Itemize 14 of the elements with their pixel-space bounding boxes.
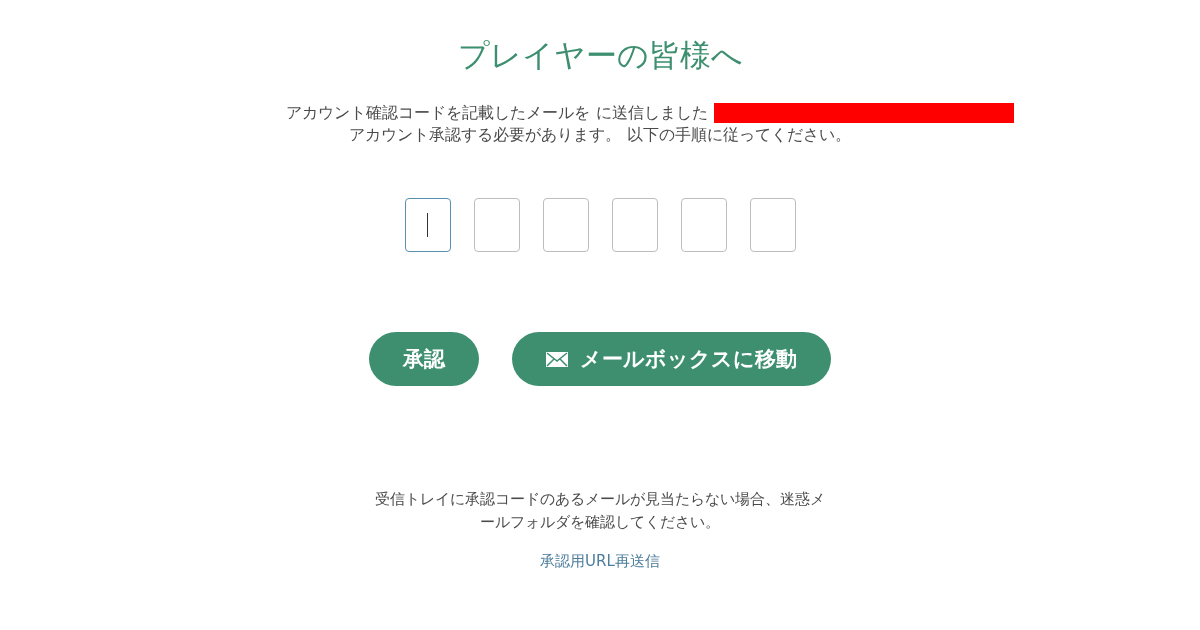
resend-link[interactable]: 承認用URL再送信 [540, 552, 660, 571]
code-input-field[interactable] [404, 198, 451, 252]
code-input-field[interactable] [680, 198, 727, 252]
help-text: 受信トレイに承認コードのあるメールが見当たらない場合、迷惑メールフォルダを確認してください。 [375, 489, 825, 533]
intro-text: アカウント承認する必要があります。 以下の手順に従ってください。 [349, 124, 851, 146]
envelope-icon [546, 351, 568, 367]
mailbox-button[interactable]: メールボックスに移動 [512, 332, 831, 386]
intro-text: アカウント確認コードを記載したメールを に送信しました [286, 102, 708, 124]
code-input-field[interactable] [542, 198, 589, 252]
code-input-field[interactable] [611, 198, 658, 252]
code-input-field[interactable] [473, 198, 520, 252]
code-input-field[interactable] [749, 198, 796, 252]
approve-button[interactable]: 承認 [369, 332, 479, 386]
page-title: プレイヤーの皆様へ [457, 36, 743, 75]
